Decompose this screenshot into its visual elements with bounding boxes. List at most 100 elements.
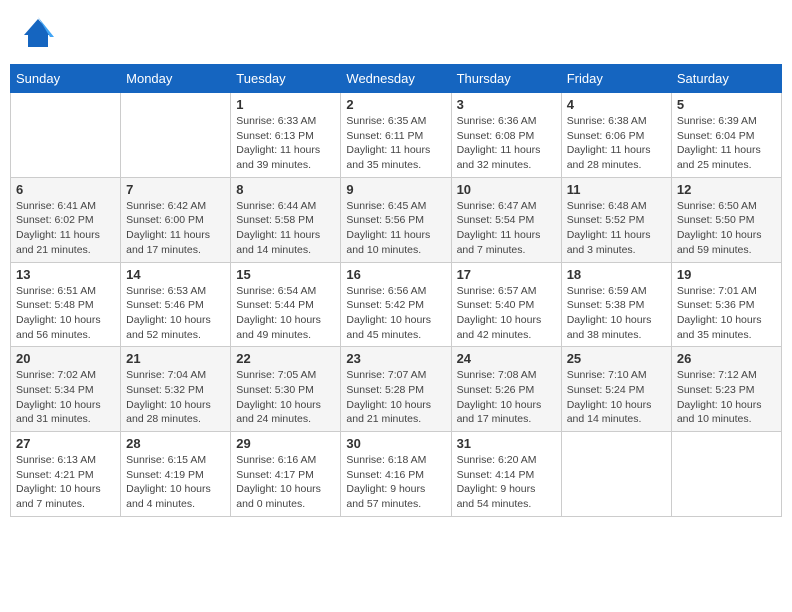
- day-number: 31: [457, 436, 556, 451]
- day-number: 1: [236, 97, 335, 112]
- day-info: Sunrise: 6:42 AMSunset: 6:00 PMDaylight:…: [126, 199, 225, 258]
- day-number: 3: [457, 97, 556, 112]
- calendar-table: SundayMondayTuesdayWednesdayThursdayFrid…: [10, 64, 782, 517]
- day-number: 24: [457, 351, 556, 366]
- day-info: Sunrise: 6:38 AMSunset: 6:06 PMDaylight:…: [567, 114, 666, 173]
- day-info: Sunrise: 7:01 AMSunset: 5:36 PMDaylight:…: [677, 284, 776, 343]
- calendar-cell: 14 Sunrise: 6:53 AMSunset: 5:46 PMDayligh…: [121, 262, 231, 347]
- calendar-week-row: 6 Sunrise: 6:41 AMSunset: 6:02 PMDaylight…: [11, 177, 782, 262]
- day-info: Sunrise: 7:07 AMSunset: 5:28 PMDaylight:…: [346, 368, 445, 427]
- calendar-week-row: 20Sunrise: 7:02 AMSunset: 5:34 PMDayligh…: [11, 347, 782, 432]
- logo: [20, 15, 58, 51]
- day-info: Sunrise: 6:56 AMSunset: 5:42 PMDaylight:…: [346, 284, 445, 343]
- day-info: Sunrise: 6:33 AMSunset: 6:13 PMDaylight:…: [236, 114, 335, 173]
- day-number: 19: [677, 267, 776, 282]
- calendar-cell: 1 Sunrise: 6:33 AMSunset: 6:13 PMDaylight…: [231, 93, 341, 178]
- day-number: 25: [567, 351, 666, 366]
- calendar-cell: [11, 93, 121, 178]
- calendar-week-row: 13Sunrise: 6:51 AMSunset: 5:48 PMDayligh…: [11, 262, 782, 347]
- calendar-cell: 13Sunrise: 6:51 AMSunset: 5:48 PMDayligh…: [11, 262, 121, 347]
- day-number: 26: [677, 351, 776, 366]
- calendar-cell: 5 Sunrise: 6:39 AMSunset: 6:04 PMDaylight…: [671, 93, 781, 178]
- day-info: Sunrise: 6:41 AMSunset: 6:02 PMDaylight:…: [16, 199, 115, 258]
- day-number: 21: [126, 351, 225, 366]
- calendar-cell: 22 Sunrise: 7:05 AMSunset: 5:30 PMDayligh…: [231, 347, 341, 432]
- calendar-cell: 25 Sunrise: 7:10 AMSunset: 5:24 PMDayligh…: [561, 347, 671, 432]
- calendar-cell: 19 Sunrise: 7:01 AMSunset: 5:36 PMDayligh…: [671, 262, 781, 347]
- calendar-cell: 20Sunrise: 7:02 AMSunset: 5:34 PMDayligh…: [11, 347, 121, 432]
- day-number: 16: [346, 267, 445, 282]
- day-info: Sunrise: 6:51 AMSunset: 5:48 PMDaylight:…: [16, 284, 115, 343]
- day-number: 28: [126, 436, 225, 451]
- page-header: [10, 10, 782, 56]
- day-info: Sunrise: 6:50 AMSunset: 5:50 PMDaylight:…: [677, 199, 776, 258]
- calendar-cell: 24 Sunrise: 7:08 AMSunset: 5:26 PMDayligh…: [451, 347, 561, 432]
- day-number: 6: [16, 182, 115, 197]
- day-info: Sunrise: 7:08 AMSunset: 5:26 PMDaylight:…: [457, 368, 556, 427]
- day-of-week-header: Saturday: [671, 65, 781, 93]
- calendar-cell: 28 Sunrise: 6:15 AMSunset: 4:19 PMDayligh…: [121, 432, 231, 517]
- calendar-cell: 6 Sunrise: 6:41 AMSunset: 6:02 PMDaylight…: [11, 177, 121, 262]
- calendar-cell: 27 Sunrise: 6:13 AMSunset: 4:21 PMDayligh…: [11, 432, 121, 517]
- day-info: Sunrise: 6:57 AMSunset: 5:40 PMDaylight:…: [457, 284, 556, 343]
- day-number: 15: [236, 267, 335, 282]
- calendar-cell: 7 Sunrise: 6:42 AMSunset: 6:00 PMDaylight…: [121, 177, 231, 262]
- day-number: 17: [457, 267, 556, 282]
- calendar-cell: 21 Sunrise: 7:04 AMSunset: 5:32 PMDayligh…: [121, 347, 231, 432]
- day-info: Sunrise: 6:44 AMSunset: 5:58 PMDaylight:…: [236, 199, 335, 258]
- day-number: 10: [457, 182, 556, 197]
- day-of-week-header: Tuesday: [231, 65, 341, 93]
- day-info: Sunrise: 6:53 AMSunset: 5:46 PMDaylight:…: [126, 284, 225, 343]
- calendar-cell: 8 Sunrise: 6:44 AMSunset: 5:58 PMDaylight…: [231, 177, 341, 262]
- day-info: Sunrise: 6:35 AMSunset: 6:11 PMDaylight:…: [346, 114, 445, 173]
- day-number: 14: [126, 267, 225, 282]
- day-info: Sunrise: 6:45 AMSunset: 5:56 PMDaylight:…: [346, 199, 445, 258]
- day-info: Sunrise: 6:18 AMSunset: 4:16 PMDaylight:…: [346, 453, 445, 512]
- day-info: Sunrise: 6:16 AMSunset: 4:17 PMDaylight:…: [236, 453, 335, 512]
- day-number: 22: [236, 351, 335, 366]
- day-number: 27: [16, 436, 115, 451]
- calendar-cell: 26Sunrise: 7:12 AMSunset: 5:23 PMDayligh…: [671, 347, 781, 432]
- day-number: 20: [16, 351, 115, 366]
- day-number: 8: [236, 182, 335, 197]
- day-number: 23: [346, 351, 445, 366]
- calendar-cell: 9 Sunrise: 6:45 AMSunset: 5:56 PMDaylight…: [341, 177, 451, 262]
- calendar-cell: 15Sunrise: 6:54 AMSunset: 5:44 PMDayligh…: [231, 262, 341, 347]
- day-number: 9: [346, 182, 445, 197]
- calendar-cell: 16 Sunrise: 6:56 AMSunset: 5:42 PMDayligh…: [341, 262, 451, 347]
- logo-icon: [20, 15, 56, 51]
- calendar-cell: 29 Sunrise: 6:16 AMSunset: 4:17 PMDayligh…: [231, 432, 341, 517]
- calendar-cell: 31Sunrise: 6:20 AMSunset: 4:14 PMDayligh…: [451, 432, 561, 517]
- day-number: 18: [567, 267, 666, 282]
- day-number: 11: [567, 182, 666, 197]
- day-number: 12: [677, 182, 776, 197]
- day-number: 29: [236, 436, 335, 451]
- day-info: Sunrise: 7:10 AMSunset: 5:24 PMDaylight:…: [567, 368, 666, 427]
- day-of-week-header: Wednesday: [341, 65, 451, 93]
- calendar-cell: 23 Sunrise: 7:07 AMSunset: 5:28 PMDayligh…: [341, 347, 451, 432]
- day-info: Sunrise: 6:47 AMSunset: 5:54 PMDaylight:…: [457, 199, 556, 258]
- day-info: Sunrise: 6:36 AMSunset: 6:08 PMDaylight:…: [457, 114, 556, 173]
- calendar-cell: 3 Sunrise: 6:36 AMSunset: 6:08 PMDaylight…: [451, 93, 561, 178]
- day-number: 4: [567, 97, 666, 112]
- calendar-cell: [561, 432, 671, 517]
- calendar-cell: 18Sunrise: 6:59 AMSunset: 5:38 PMDayligh…: [561, 262, 671, 347]
- calendar-header-row: SundayMondayTuesdayWednesdayThursdayFrid…: [11, 65, 782, 93]
- day-of-week-header: Friday: [561, 65, 671, 93]
- day-info: Sunrise: 6:13 AMSunset: 4:21 PMDaylight:…: [16, 453, 115, 512]
- day-info: Sunrise: 7:04 AMSunset: 5:32 PMDaylight:…: [126, 368, 225, 427]
- day-number: 5: [677, 97, 776, 112]
- day-number: 7: [126, 182, 225, 197]
- day-info: Sunrise: 6:15 AMSunset: 4:19 PMDaylight:…: [126, 453, 225, 512]
- day-number: 30: [346, 436, 445, 451]
- calendar-cell: 10 Sunrise: 6:47 AMSunset: 5:54 PMDayligh…: [451, 177, 561, 262]
- day-of-week-header: Monday: [121, 65, 231, 93]
- day-info: Sunrise: 6:48 AMSunset: 5:52 PMDaylight:…: [567, 199, 666, 258]
- day-number: 2: [346, 97, 445, 112]
- calendar-cell: [121, 93, 231, 178]
- day-info: Sunrise: 7:05 AMSunset: 5:30 PMDaylight:…: [236, 368, 335, 427]
- calendar-week-row: 1 Sunrise: 6:33 AMSunset: 6:13 PMDaylight…: [11, 93, 782, 178]
- calendar-cell: 11 Sunrise: 6:48 AMSunset: 5:52 PMDayligh…: [561, 177, 671, 262]
- calendar-cell: 17 Sunrise: 6:57 AMSunset: 5:40 PMDayligh…: [451, 262, 561, 347]
- day-info: Sunrise: 6:39 AMSunset: 6:04 PMDaylight:…: [677, 114, 776, 173]
